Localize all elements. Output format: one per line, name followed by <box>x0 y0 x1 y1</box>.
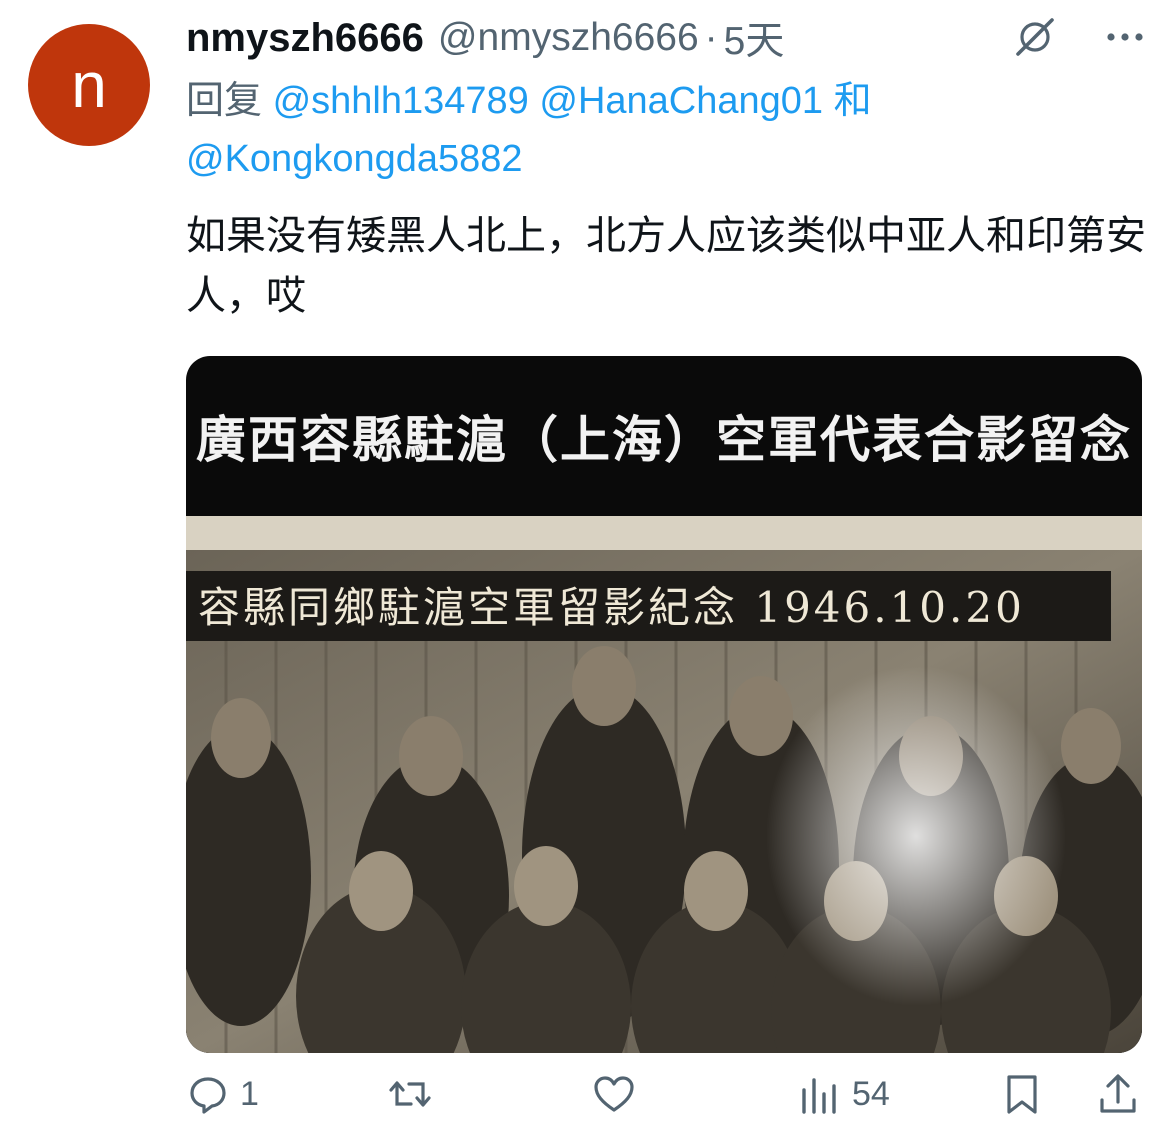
separator-dot: · <box>704 16 718 59</box>
bookmark-button[interactable] <box>1000 1072 1044 1116</box>
like-icon <box>594 1076 634 1112</box>
reply-prefix: 回复 <box>186 80 263 122</box>
tweet-header: nmyszh6666 @nmyszh6666 · 5天 <box>186 12 1016 64</box>
display-name[interactable]: nmyszh6666 <box>186 16 424 61</box>
share-icon <box>1100 1074 1136 1113</box>
photo-caption: 廣西容縣駐滬（上海）空軍代表合影留念 <box>196 410 1132 469</box>
retweet-icon <box>389 1081 431 1107</box>
action-bar: 1 54 <box>186 1072 1146 1136</box>
mention-link[interactable]: @HanaChang01 <box>539 80 823 122</box>
tweet-time[interactable]: 5天 <box>724 10 785 66</box>
like-button[interactable] <box>592 1072 636 1116</box>
tweet-text: 如果没有矮黑人北上，北方人应该类似中亚人和印第安人，哎 <box>186 213 1146 319</box>
retweet-button[interactable] <box>388 1072 432 1116</box>
photo-banner-text: 容縣同鄉駐滬空軍留影紀念 1946.10.20 <box>198 583 1025 632</box>
more-icon[interactable] <box>1100 14 1150 60</box>
views-button[interactable]: 54 <box>798 1072 890 1116</box>
header-actions <box>1012 14 1150 60</box>
views-icon <box>802 1078 836 1114</box>
share-button[interactable] <box>1096 1072 1140 1116</box>
mention-link[interactable]: @shhlh134789 <box>273 80 529 122</box>
reply-count: 1 <box>240 1074 259 1113</box>
avatar-letter: n <box>71 49 107 121</box>
grok-icon[interactable] <box>1012 14 1058 60</box>
views-count: 54 <box>852 1074 890 1113</box>
avatar[interactable]: n <box>28 24 150 146</box>
reply-icon <box>190 1077 226 1114</box>
user-handle[interactable]: @nmyszh6666 <box>438 16 699 60</box>
reply-context: 回复 @shhlh134789 @HanaChang01 和 @Kongkong… <box>186 72 1146 188</box>
reply-button[interactable]: 1 <box>186 1072 259 1116</box>
tweet-photo[interactable]: 廣西容縣駐滬（上海）空軍代表合影留念 容縣同鄉駐滬空軍留影紀念 1946.10.… <box>186 356 1142 1053</box>
mention-joiner: 和 <box>833 80 872 122</box>
mention-link[interactable]: @Kongkongda5882 <box>186 138 523 180</box>
bookmark-icon <box>1007 1075 1037 1114</box>
